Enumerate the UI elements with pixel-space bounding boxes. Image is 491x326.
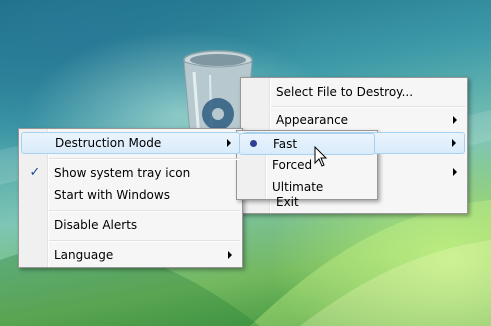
menu-separator: [49, 240, 240, 242]
options-menu: Destruction Mode ✓ Show system tray icon…: [18, 128, 243, 268]
submenu-arrow-icon: [227, 139, 231, 147]
menu-item-start-with-windows[interactable]: Start with Windows: [21, 184, 240, 206]
menu-item-select-file[interactable]: Select File to Destroy...: [243, 81, 465, 103]
menu-separator: [271, 106, 465, 108]
menu-item-label: Forced: [272, 158, 313, 172]
submenu-arrow-icon: [228, 251, 232, 259]
radio-bullet-icon: [250, 140, 257, 147]
menu-item-appearance[interactable]: Appearance: [243, 109, 465, 131]
submenu-arrow-icon: [453, 168, 457, 176]
menu-item-label: Start with Windows: [54, 188, 170, 202]
menu-item-label: Fast: [273, 137, 298, 151]
menu-item-label: Appearance: [276, 113, 349, 127]
menu-item-mode-fast[interactable]: Fast: [239, 133, 375, 155]
destruction-mode-submenu: Fast Forced Ultimate: [236, 130, 378, 200]
menu-item-mode-forced[interactable]: Forced: [239, 154, 375, 176]
menu-item-disable-alerts[interactable]: Disable Alerts: [21, 214, 240, 236]
menu-item-mode-ultimate[interactable]: Ultimate: [239, 176, 375, 198]
checkmark-icon: ✓: [29, 165, 41, 180]
menu-item-show-tray-icon[interactable]: ✓ Show system tray icon: [21, 162, 240, 184]
menu-item-label: Disable Alerts: [54, 218, 138, 232]
menu-item-label: Show system tray icon: [54, 166, 191, 180]
menu-item-label: Select File to Destroy...: [276, 85, 414, 99]
menu-separator: [49, 158, 240, 160]
submenu-arrow-icon: [453, 116, 457, 124]
menu-item-label: Language: [54, 248, 114, 262]
mouse-pointer-icon: [314, 146, 328, 167]
menu-separator: [49, 210, 240, 212]
menu-item-destruction-mode[interactable]: Destruction Mode: [21, 132, 240, 154]
menu-item-language[interactable]: Language: [21, 244, 240, 266]
submenu-arrow-icon: [452, 139, 456, 147]
menu-item-label: Destruction Mode: [55, 136, 162, 150]
menu-item-label: Ultimate: [272, 180, 324, 194]
